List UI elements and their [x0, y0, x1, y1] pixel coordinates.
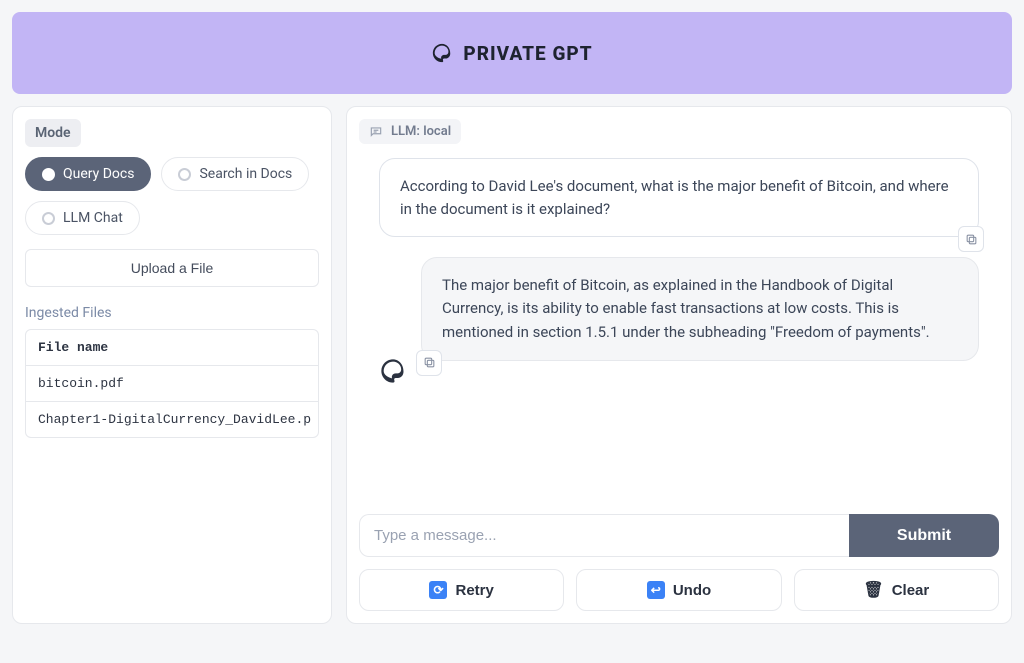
app-header: PRIVATE GPT: [12, 12, 1012, 94]
undo-button[interactable]: ↩ Undo: [576, 569, 781, 611]
sidebar: Mode Query Docs Search in Docs LLM Chat …: [12, 106, 332, 624]
assistant-avatar: [379, 357, 407, 385]
copy-icon: [423, 356, 436, 369]
file-table-row[interactable]: Chapter1-DigitalCurrency_DavidLee.p: [26, 402, 318, 437]
assistant-logo-icon: [379, 357, 407, 385]
chat-messages: According to David Lee's document, what …: [359, 144, 999, 506]
message-input[interactable]: [359, 514, 849, 557]
assistant-row: The major benefit of Bitcoin, as explain…: [379, 257, 979, 385]
mode-option-label: LLM Chat: [63, 210, 123, 226]
mode-section-label: Mode: [25, 119, 81, 147]
copy-icon: [965, 233, 978, 246]
mode-option-llm-chat[interactable]: LLM Chat: [25, 201, 140, 235]
upload-file-button[interactable]: Upload a File: [25, 249, 319, 287]
clear-button[interactable]: 🗑 Clear: [794, 569, 999, 611]
mode-radio-group: Query Docs Search in Docs LLM Chat: [25, 157, 319, 235]
chat-icon: [369, 125, 383, 139]
user-message-bubble: According to David Lee's document, what …: [379, 158, 979, 237]
copy-assistant-message-button[interactable]: [416, 350, 442, 376]
ingested-files-table: File name bitcoin.pdf Chapter1-DigitalCu…: [25, 329, 319, 438]
mode-option-query-docs[interactable]: Query Docs: [25, 157, 151, 191]
llm-status-badge: LLM: local: [359, 119, 461, 144]
trash-icon: 🗑: [863, 580, 883, 600]
undo-icon: ↩: [647, 581, 665, 599]
clear-label: Clear: [892, 582, 930, 599]
app-title-block: PRIVATE GPT: [431, 42, 592, 65]
assistant-message-text: The major benefit of Bitcoin, as explain…: [442, 276, 930, 341]
file-table-header: File name: [26, 330, 318, 366]
mode-option-label: Search in Docs: [199, 166, 292, 182]
message-input-row: Submit: [359, 514, 999, 557]
undo-label: Undo: [673, 582, 711, 599]
radio-icon: [42, 212, 55, 225]
retry-button[interactable]: ⟳ Retry: [359, 569, 564, 611]
chat-panel: LLM: local According to David Lee's docu…: [346, 106, 1012, 624]
assistant-message-bubble: The major benefit of Bitcoin, as explain…: [421, 257, 979, 361]
main-layout: Mode Query Docs Search in Docs LLM Chat …: [0, 106, 1024, 636]
chat-actions-row: ⟳ Retry ↩ Undo 🗑 Clear: [359, 569, 999, 611]
retry-label: Retry: [455, 582, 493, 599]
llm-status-text: LLM: local: [391, 124, 451, 139]
app-title: PRIVATE GPT: [463, 42, 592, 65]
retry-icon: ⟳: [429, 581, 447, 599]
user-message-text: According to David Lee's document, what …: [400, 177, 949, 218]
ingested-files-label: Ingested Files: [25, 305, 319, 321]
file-table-row[interactable]: bitcoin.pdf: [26, 366, 318, 402]
copy-user-message-button[interactable]: [958, 226, 984, 252]
mode-option-label: Query Docs: [63, 166, 134, 182]
logo-icon: [431, 42, 453, 64]
mode-option-search-in-docs[interactable]: Search in Docs: [161, 157, 309, 191]
submit-button[interactable]: Submit: [849, 514, 999, 557]
radio-icon: [178, 168, 191, 181]
radio-icon: [42, 168, 55, 181]
